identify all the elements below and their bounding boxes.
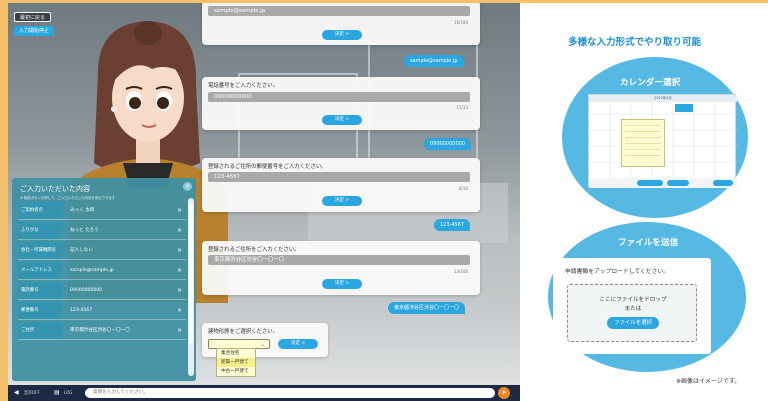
char-counter: 8/10 (459, 186, 468, 191)
summary-value: 東京都渋谷区渋谷〇ー〇ー〇 (70, 328, 130, 333)
summary-label: ご住所 (18, 322, 62, 339)
summary-label: ご契約者名 (18, 202, 62, 219)
speaker-icon[interactable]: ◀ (14, 389, 19, 396)
calendar-button[interactable] (667, 180, 689, 186)
send-icon[interactable]: ➤ (498, 387, 510, 399)
char-counter: 16/100 (453, 20, 468, 25)
address-field[interactable]: 東京都渋谷区渋谷〇ー〇ー〇 (208, 255, 470, 265)
voice-toggle-label[interactable]: 音声OFF (24, 390, 40, 396)
delete-icon[interactable]: × (177, 222, 182, 239)
summary-value: 記入しない (70, 248, 93, 253)
user-bubble-email: sample@sample.jp (404, 55, 464, 67)
char-counter: 11/13 (456, 105, 468, 110)
file-lead-text: 申請書類をアップロードしてください。 (565, 269, 669, 275)
chevron-down-icon: ⌄ (259, 341, 265, 348)
summary-value: ねっと たろう (70, 228, 99, 233)
log-icon[interactable]: ▤ (54, 389, 60, 396)
headline: 多様な入力形式でやり取り可能 (568, 37, 702, 48)
summary-row: ご契約者名 みっく 太郎 × (18, 202, 186, 220)
calendar-button[interactable] (637, 180, 663, 186)
address-question: 登録されるご住所をご入力ください。 (208, 247, 300, 253)
zip-card: 登録されるご住所の郵便番号をご入力ください。 123-4567 8/10 決定 … (202, 158, 480, 212)
summary-label: 郵便番号 (18, 302, 62, 319)
calendar-title: カレンダー選択 (620, 78, 681, 88)
calendar-preview: 2022年4月 (588, 94, 737, 188)
bottom-bar: ◀ 音声OFF ▤ LOG 質問を入力してください。 ➤ (8, 385, 520, 401)
summary-row: 会社・所属機関名 記入しない × (18, 242, 186, 260)
delete-icon[interactable]: × (177, 202, 182, 219)
building-dropdown: 集合住宅 新築一戸建て 中古一戸建て (216, 348, 256, 377)
summary-label: ふりがな (18, 222, 62, 239)
confirm-button[interactable]: 決定 > (322, 115, 362, 125)
summary-scrollbar[interactable] (188, 198, 194, 376)
zip-question: 登録されるご住所の郵便番号をご入力ください。 (208, 164, 327, 170)
app-screen: 最初に戻る 入力開始停止 sample@sample.jp 16/100 決定 … (8, 3, 520, 401)
confirm-button[interactable]: 決定 > (322, 196, 362, 206)
confirm-button[interactable]: 決定 > (322, 30, 362, 40)
chat-stream: sample@sample.jp 16/100 決定 > sample@samp… (202, 3, 480, 385)
summary-row: メールアドレス sample@sample.jp × (18, 262, 186, 280)
frame-left (0, 0, 8, 401)
delete-icon[interactable]: × (177, 262, 182, 279)
close-icon[interactable]: × (183, 182, 192, 191)
delete-icon[interactable]: × (177, 282, 182, 299)
email-field[interactable]: sample@sample.jp (208, 6, 470, 16)
char-counter: 13/100 (453, 269, 468, 274)
address-card: 登録されるご住所をご入力ください。 東京都渋谷区渋谷〇ー〇ー〇 13/100 決… (202, 241, 480, 295)
calendar-month: 2022年4月 (589, 95, 737, 102)
delete-icon[interactable]: × (177, 322, 182, 339)
summary-row: ご住所 東京都渋谷区渋谷〇ー〇ー〇 × (18, 322, 186, 340)
phone-question: 電話番号をご入力ください。 (208, 83, 279, 89)
time-popup (621, 119, 665, 167)
calendar-button[interactable] (713, 180, 733, 186)
dropdown-option[interactable]: 中古一戸建て (217, 367, 255, 376)
file-drop-zone[interactable]: ここにファイルをドロップ または ファイルを選択 (567, 284, 697, 342)
building-question: 建物形態をご選択ください。 (208, 329, 279, 335)
summary-value: 123-4567 (70, 308, 93, 313)
file-title: ファイルを送信 (618, 238, 679, 248)
summary-row: 電話番号 09000000000 × (18, 282, 186, 300)
phone-card: 電話番号をご入力ください。 09000000000 11/13 決定 > (202, 77, 480, 130)
email-card: sample@sample.jp 16/100 決定 > (202, 3, 480, 45)
summary-value: みっく 太郎 (70, 208, 95, 213)
summary-subtitle: ※ 削除ボタンを押して、ご入力いただいた内容を修正できます (20, 196, 116, 200)
select-file-button[interactable]: ファイルを選択 (607, 317, 659, 329)
phone-field[interactable]: 09000000000 (208, 92, 470, 102)
delete-icon[interactable]: × (177, 242, 182, 259)
summary-value: 09000000000 (70, 288, 103, 293)
summary-row: ふりがな ねっと たろう × (18, 222, 186, 240)
stop-input-button[interactable]: 入力開始停止 (14, 26, 55, 36)
drop-text: ここにファイルをドロップ (599, 297, 667, 303)
input-summary-panel: ご入力いただいた内容 ※ 削除ボタンを押して、ご入力いただいた内容を修正できます… (12, 178, 196, 381)
log-label[interactable]: LOG (64, 390, 72, 395)
summary-label: メールアドレス (18, 262, 62, 279)
confirm-button[interactable]: 決定 > (322, 279, 362, 289)
user-bubble-address: 東京都渋谷区渋谷〇ー〇ー〇 (388, 302, 466, 314)
dropdown-option[interactable]: 新築一戸建て (217, 358, 255, 367)
back-to-start-button[interactable]: 最初に戻る (14, 12, 52, 22)
user-bubble-phone: 09000000000 (424, 138, 471, 150)
summary-value: sample@sample.jp (70, 268, 114, 273)
scrollbar-thumb[interactable] (189, 204, 193, 344)
question-input[interactable]: 質問を入力してください。 (85, 388, 495, 398)
file-upload-card: 申請書類をアップロードしてください。 ここにファイルをドロップ または ファイル… (553, 258, 711, 354)
summary-label: 電話番号 (18, 282, 62, 299)
user-bubble-zip: 123-4567 (434, 219, 471, 231)
summary-label: 会社・所属機関名 (18, 242, 62, 259)
image-note: ※画像はイメージです。 (676, 378, 741, 385)
summary-title: ご入力いただいた内容 (20, 185, 90, 193)
summary-row: 郵便番号 123-4567 × (18, 302, 186, 320)
delete-icon[interactable]: × (177, 302, 182, 319)
zip-field[interactable]: 123-4567 (208, 172, 470, 182)
drop-or-text: または (624, 306, 642, 312)
dropdown-option[interactable]: 集合住宅 (217, 349, 255, 358)
confirm-button[interactable]: 決定 > (278, 339, 318, 349)
